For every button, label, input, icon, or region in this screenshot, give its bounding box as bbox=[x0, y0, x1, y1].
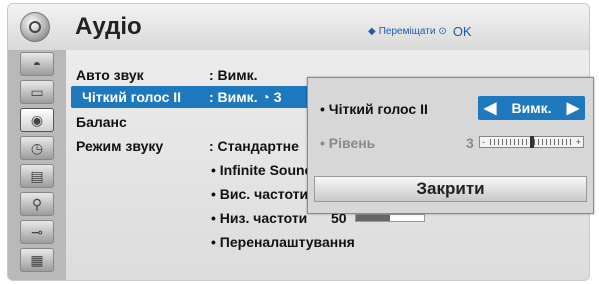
auto-sound-label: Авто звук bbox=[76, 67, 144, 83]
auto-sound-value: : Вимк. bbox=[209, 67, 258, 83]
audio-speaker-icon[interactable]: ◉ bbox=[20, 108, 54, 132]
close-button[interactable]: Закрити bbox=[314, 176, 587, 202]
balance-label: Баланс bbox=[76, 114, 127, 130]
slider-minus: - bbox=[482, 137, 485, 147]
reset-label: • Переналаштування bbox=[211, 234, 355, 250]
clear-voice-state: : Вимк. bbox=[209, 89, 262, 105]
clear-voice-selector[interactable]: ◀ Вимк. ▶ bbox=[478, 96, 585, 120]
popup-clear-voice-label: • Чіткий голос II bbox=[320, 101, 428, 117]
sound-mode-label: Режим звуку bbox=[76, 138, 164, 154]
move-hint-label: Переміщати bbox=[378, 26, 436, 37]
treble-label: • Вис. частоти bbox=[211, 186, 309, 202]
level-slider[interactable]: - + bbox=[479, 136, 584, 148]
menu-item-auto-sound[interactable]: Авто звук : Вимк. bbox=[76, 64, 258, 86]
menu-header: Аудіо ◆ Переміщати ⊙ OK bbox=[8, 4, 589, 50]
slider-knob[interactable] bbox=[529, 136, 534, 148]
popup-clear-voice-row: • Чіткий голос II bbox=[320, 98, 428, 120]
clear-voice-popup: • Чіткий голос II ◀ Вимк. ▶ • Рівень 3 -… bbox=[307, 77, 594, 214]
clock-icon[interactable]: ◷ bbox=[20, 136, 54, 160]
ok-button-icon: ⊙ bbox=[438, 26, 447, 37]
popup-level-value: 3 bbox=[466, 135, 474, 151]
usb-movie-icon[interactable]: ▦ bbox=[20, 248, 54, 272]
ok-label: OK bbox=[452, 24, 472, 39]
popup-level-row: • Рівень 3 bbox=[320, 132, 474, 154]
satellite-dish-icon[interactable]: ◓ bbox=[20, 52, 54, 76]
clear-voice-level: 3 bbox=[273, 89, 282, 105]
lock-icon[interactable]: ▤ bbox=[20, 164, 54, 188]
menu-item-balance[interactable]: Баланс bbox=[76, 111, 127, 133]
menu-item-infinite-sound[interactable]: • Infinite Sounc bbox=[211, 159, 312, 181]
arrow-left-icon[interactable]: ◀ bbox=[484, 98, 496, 118]
popup-level-label: • Рівень bbox=[320, 135, 376, 151]
bass-level-fill bbox=[356, 215, 390, 221]
page-title: Аудіо bbox=[75, 13, 142, 40]
bass-label: • Низ. частоти bbox=[211, 210, 308, 226]
navigation-hint: ◆ Переміщати ⊙ OK bbox=[368, 24, 472, 39]
audio-speaker-icon bbox=[20, 12, 50, 42]
menu-item-clear-voice[interactable]: Чіткий голос II : Вимк. ◔ 3 bbox=[71, 86, 326, 108]
option-icon[interactable]: ⚲ bbox=[20, 192, 54, 216]
infinite-sound-label: • Infinite Sounc bbox=[211, 162, 313, 178]
slider-plus: + bbox=[575, 137, 581, 147]
menu-item-bass[interactable]: • Низ. частоти 50 bbox=[211, 207, 425, 229]
move-arrows-icon: ◆ bbox=[368, 26, 376, 37]
clear-voice-value: : Вимк. ◔ 3 bbox=[209, 86, 282, 108]
voice-icon: ◔ bbox=[261, 89, 270, 105]
menu-item-sound-mode[interactable]: Режим звуку : Стандартне bbox=[76, 135, 299, 157]
input-plug-icon[interactable]: ⊸ bbox=[20, 220, 54, 244]
arrow-right-icon[interactable]: ▶ bbox=[567, 98, 579, 118]
clear-voice-selector-value: Вимк. bbox=[511, 100, 552, 116]
category-sidebar: ◓ ▭ ◉ ◷ ▤ ⚲ ⊸ ▦ bbox=[8, 50, 66, 280]
bass-level-bar bbox=[355, 214, 425, 222]
picture-icon[interactable]: ▭ bbox=[20, 80, 54, 104]
clear-voice-label: Чіткий голос II bbox=[82, 89, 182, 105]
menu-item-reset[interactable]: • Переналаштування bbox=[211, 231, 355, 253]
menu-item-treble[interactable]: • Вис. частоти 50 bbox=[211, 183, 425, 205]
sound-mode-value: : Стандартне bbox=[209, 138, 299, 154]
